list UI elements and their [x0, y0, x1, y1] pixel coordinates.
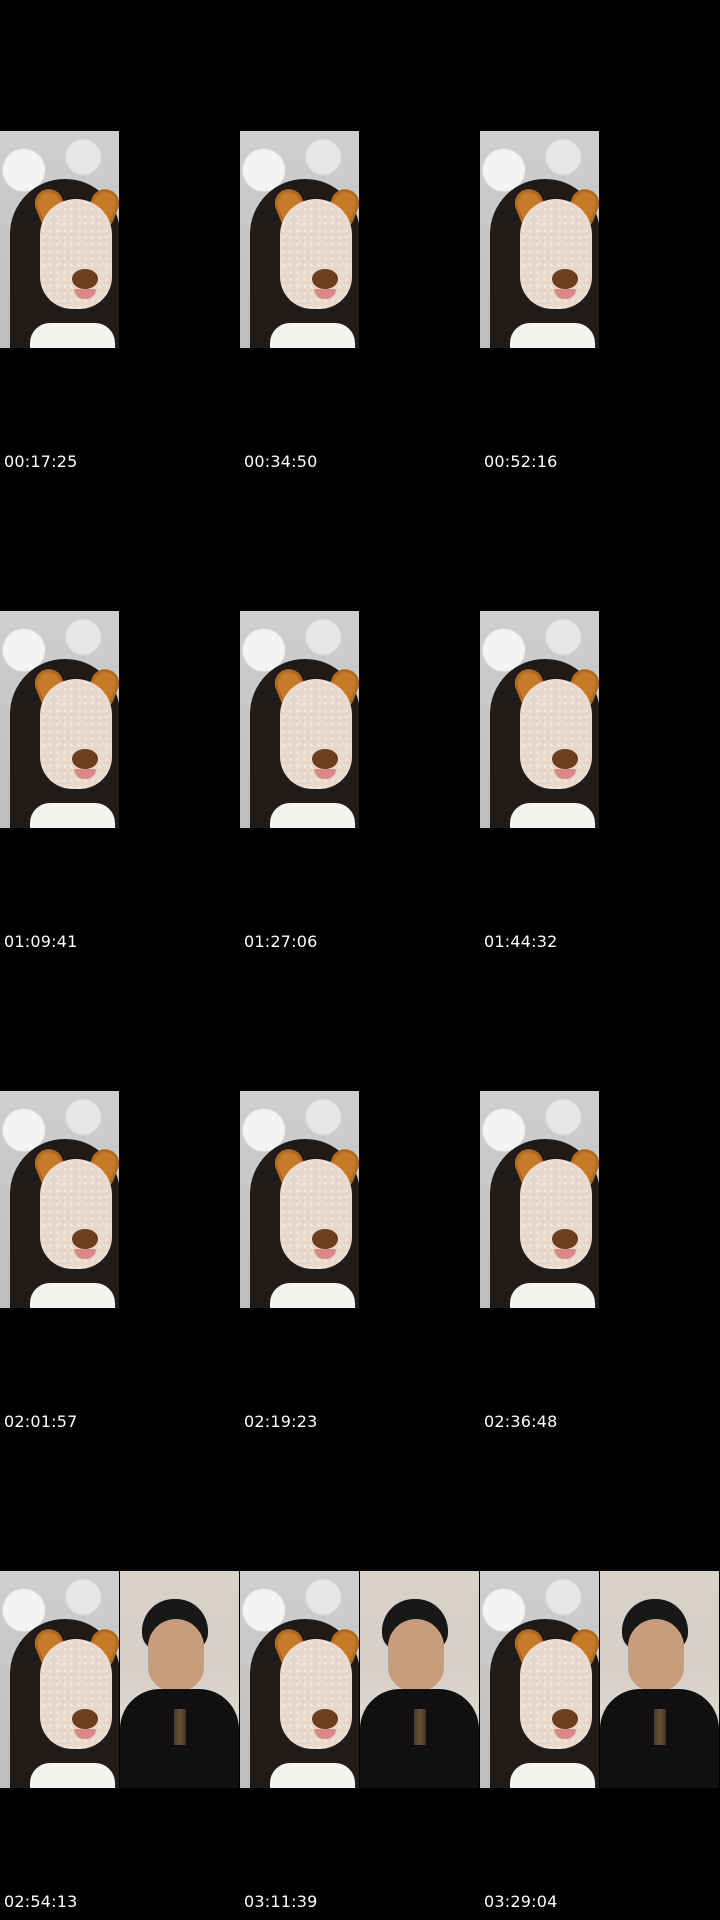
timestamp: 02:01:57	[4, 1412, 78, 1431]
clothing-shape	[510, 803, 595, 828]
dog-nose-icon	[552, 749, 578, 769]
clothing-shape	[30, 1283, 115, 1308]
video-thumbnail[interactable]	[120, 1571, 239, 1788]
dog-nose-icon	[312, 749, 338, 769]
video-thumbnail[interactable]	[360, 1571, 479, 1788]
dog-nose-icon	[552, 1709, 578, 1729]
video-thumbnail[interactable]	[0, 1091, 119, 1308]
video-thumbnail[interactable]	[240, 1091, 359, 1308]
clothing-shape	[270, 323, 355, 348]
clothing-shape	[600, 1689, 719, 1788]
timestamp: 01:44:32	[484, 932, 558, 951]
dog-nose-icon	[552, 269, 578, 289]
timestamp: 03:29:04	[484, 1892, 558, 1911]
dog-nose-icon	[72, 749, 98, 769]
dog-nose-icon	[552, 1229, 578, 1249]
dog-nose-icon	[72, 1229, 98, 1249]
dog-nose-icon	[312, 1709, 338, 1729]
video-thumbnail[interactable]	[240, 611, 359, 828]
video-thumbnail[interactable]	[480, 1571, 599, 1788]
thumbnail-row-2: 01:09:41 01:27:06 01:44:32	[0, 480, 720, 960]
timestamp: 02:36:48	[484, 1412, 558, 1431]
clothing-shape	[30, 1763, 115, 1788]
timestamp: 00:34:50	[244, 452, 318, 471]
thumbnail-row-4: 02:54:13 03:11:39 03:29:04	[0, 1440, 720, 1920]
video-thumbnail[interactable]	[0, 131, 119, 348]
clothing-shape	[270, 1763, 355, 1788]
timestamp: 01:27:06	[244, 932, 318, 951]
timestamp: 02:19:23	[244, 1412, 318, 1431]
clothing-shape	[120, 1689, 239, 1788]
timestamp: 03:11:39	[244, 1892, 318, 1911]
thumbnail-row-1: 00:17:25 00:34:50 00:52:16	[0, 0, 720, 480]
clothing-shape	[510, 1283, 595, 1308]
dog-nose-icon	[72, 1709, 98, 1729]
clothing-shape	[360, 1689, 479, 1788]
clothing-shape	[270, 803, 355, 828]
clothing-shape	[30, 803, 115, 828]
video-thumbnail[interactable]	[0, 1571, 119, 1788]
clothing-shape	[270, 1283, 355, 1308]
clothing-shape	[510, 1763, 595, 1788]
video-thumbnail[interactable]	[240, 131, 359, 348]
clothing-shape	[30, 323, 115, 348]
video-thumbnail[interactable]	[480, 131, 599, 348]
video-thumbnail[interactable]	[600, 1571, 719, 1788]
thumbnail-row-3: 02:01:57 02:19:23 02:36:48	[0, 960, 720, 1440]
clothing-shape	[510, 323, 595, 348]
video-thumbnail[interactable]	[240, 1571, 359, 1788]
face-shape	[388, 1619, 444, 1691]
timestamp: 00:52:16	[484, 452, 558, 471]
dog-nose-icon	[312, 1229, 338, 1249]
face-shape	[148, 1619, 204, 1691]
video-thumbnail[interactable]	[0, 611, 119, 828]
timestamp: 01:09:41	[4, 932, 78, 951]
face-shape	[628, 1619, 684, 1691]
dog-nose-icon	[72, 269, 98, 289]
timestamp: 00:17:25	[4, 452, 78, 471]
video-thumbnail[interactable]	[480, 1091, 599, 1308]
dog-nose-icon	[312, 269, 338, 289]
video-thumbnail[interactable]	[480, 611, 599, 828]
timestamp: 02:54:13	[4, 1892, 78, 1911]
